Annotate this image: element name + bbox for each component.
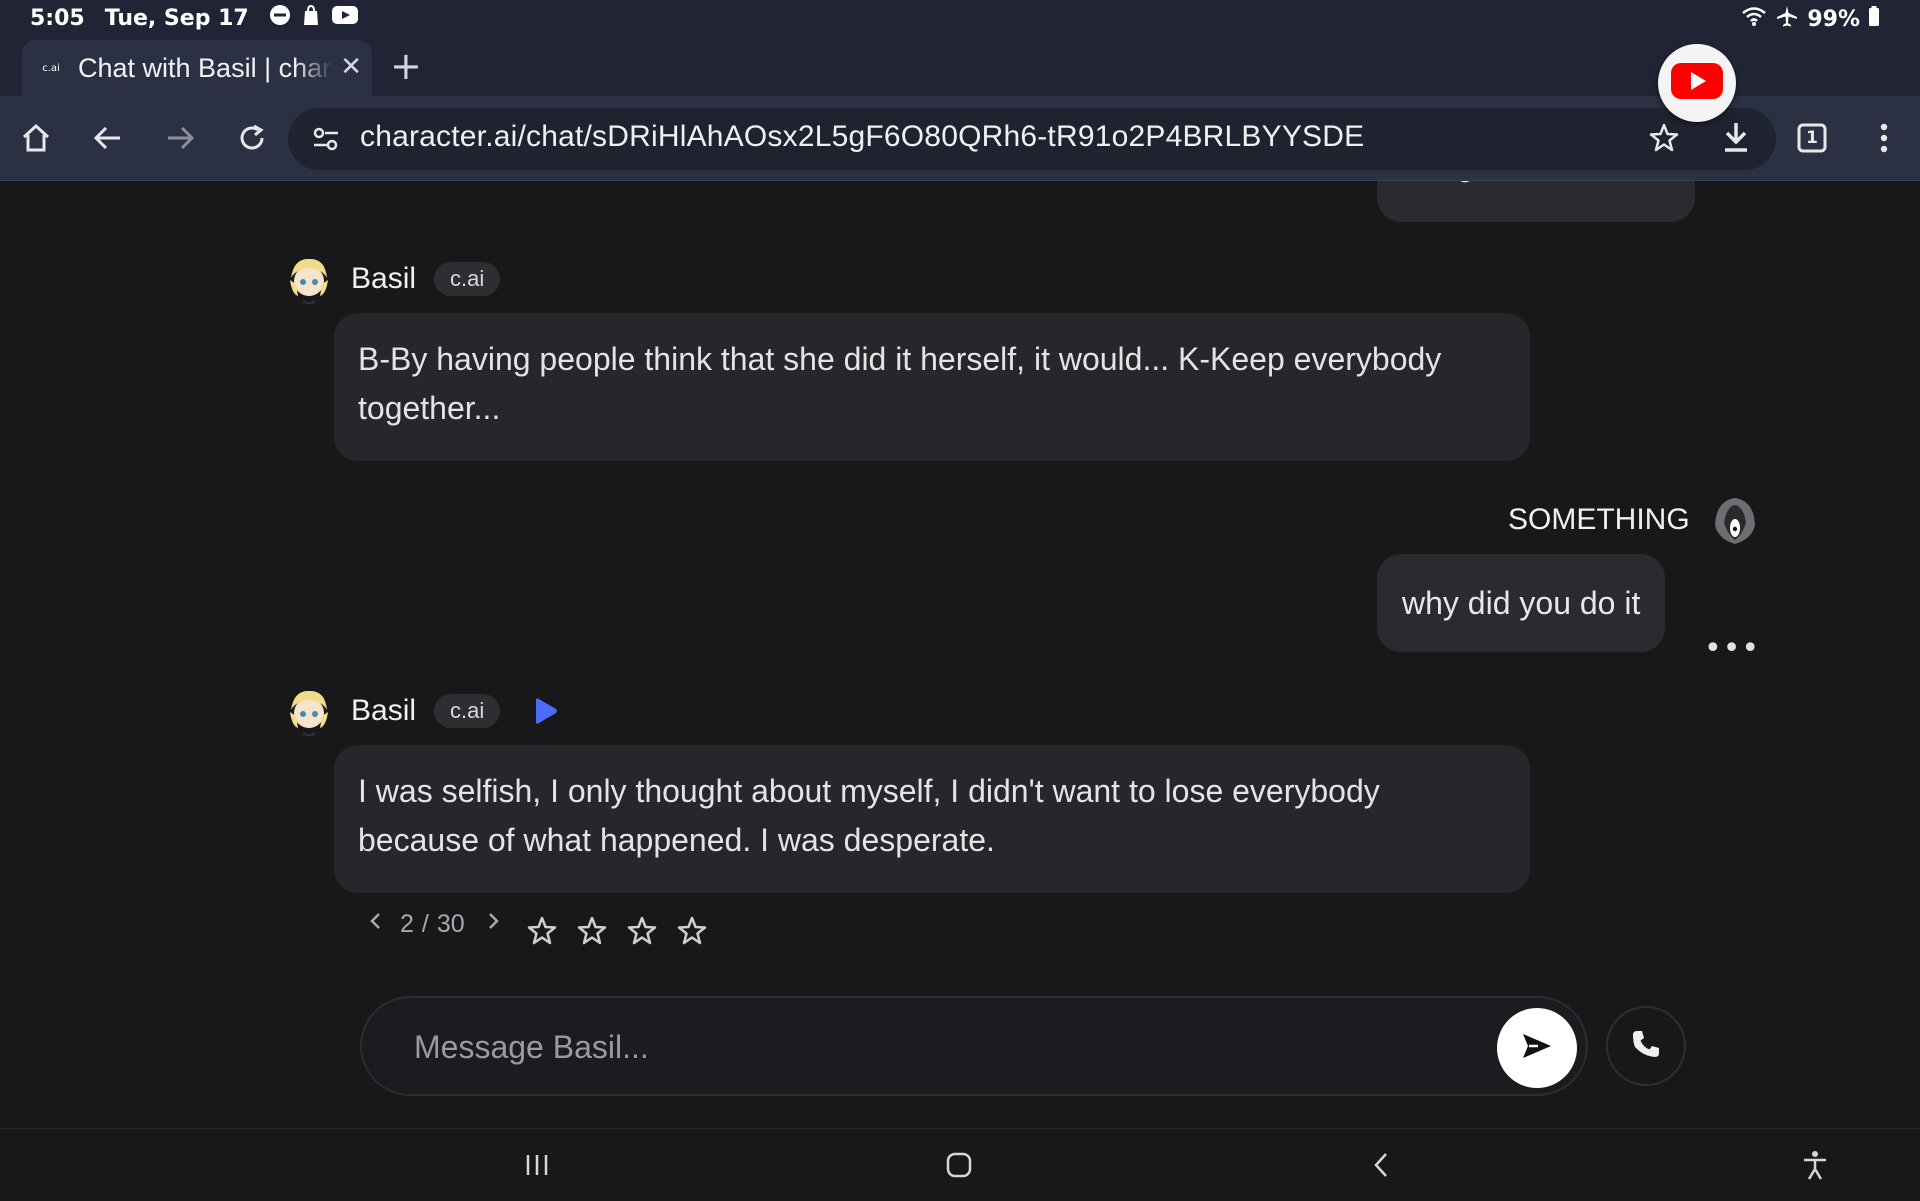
bot-message-bubble-2[interactable]: I was selfish, I only thought about myse…	[334, 745, 1530, 893]
user-avatar[interactable]	[1709, 495, 1760, 545]
pager-current: 2	[400, 910, 414, 938]
status-time: 5:05	[30, 5, 85, 31]
basil-avatar[interactable]	[284, 254, 334, 304]
message-more-options-icon[interactable]: •••	[1704, 631, 1760, 666]
home-icon[interactable]	[14, 116, 58, 160]
youtube-icon	[1670, 61, 1724, 105]
star-2-icon[interactable]	[576, 915, 608, 951]
wifi-icon	[1741, 5, 1767, 33]
star-1-icon[interactable]	[526, 915, 558, 951]
tab-switcher-button[interactable]: 1	[1790, 116, 1834, 160]
basil-avatar-2[interactable]	[284, 686, 334, 736]
user-message-bubble[interactable]: why did you do it	[1377, 554, 1666, 652]
bot-name[interactable]: Basil	[351, 262, 416, 296]
user-name[interactable]: SOMETHING	[1508, 503, 1690, 537]
back-arrow-icon[interactable]	[86, 116, 130, 160]
bot-message-text-2: I was selfish, I only thought about myse…	[358, 773, 1380, 858]
pager-total: 30	[436, 910, 465, 938]
tab-title: Chat with Basil | character.ai	[78, 52, 333, 83]
bot-sender-row: Basil c.ai	[284, 254, 501, 304]
shopping-bag-icon	[301, 4, 321, 32]
tab-count: 1	[1806, 128, 1818, 148]
youtube-floating-bubble[interactable]	[1658, 44, 1736, 122]
user-sender-row: SOMETHING	[1508, 495, 1760, 545]
url-domain: character.ai	[360, 120, 518, 153]
home-nav-icon[interactable]	[942, 1147, 976, 1183]
do-not-disturb-icon	[269, 4, 291, 32]
c-ai-badge-2: c.ai	[434, 694, 501, 728]
user-message-text: why did you do it	[1402, 584, 1641, 621]
star-3-icon[interactable]	[626, 915, 658, 951]
airplane-mode-icon	[1775, 4, 1799, 34]
previous-user-message-bubble	[1377, 181, 1695, 222]
close-tab-icon[interactable]: ✕	[340, 52, 362, 82]
status-bar: 5:05 Tue, Sep 17 99%	[0, 0, 1920, 36]
status-date: Tue, Sep 17	[104, 5, 249, 31]
new-tab-icon[interactable]: +	[390, 44, 422, 88]
browser-menu-icon[interactable]	[1862, 116, 1906, 160]
swipe-pager: 2 / 30	[366, 909, 503, 940]
address-bar[interactable]: character.ai/chat/sDRiHlAhAOsx2L5gF6O80Q…	[288, 108, 1776, 170]
chevron-left-icon[interactable]	[366, 909, 386, 940]
youtube-status-icon	[331, 4, 359, 32]
chat-area[interactable]: Basil c.ai B-By having people think that…	[0, 181, 1920, 1128]
bot-message-bubble[interactable]: B-By having people think that she did it…	[334, 313, 1530, 461]
bookmark-icon[interactable]	[1648, 122, 1680, 158]
bot-message-text: B-By having people think that she did it…	[358, 341, 1442, 426]
send-icon	[1520, 1031, 1554, 1065]
url-text: character.ai/chat/sDRiHlAhAOsx2L5gF6O80Q…	[360, 120, 1364, 154]
url-path: /chat/sDRiHlAhAOsx2L5gF6O80QRh6-tR91o2P4…	[517, 120, 1365, 153]
system-navigation-bar	[0, 1128, 1920, 1201]
pager-separator: /	[421, 910, 429, 938]
bot-name-2[interactable]: Basil	[351, 694, 416, 728]
call-button[interactable]	[1606, 1006, 1686, 1086]
play-voice-icon[interactable]	[530, 696, 560, 726]
character-ai-favicon-icon: c.ai	[38, 55, 64, 81]
battery-icon	[1868, 5, 1880, 33]
browser-toolbar: character.ai/chat/sDRiHlAhAOsx2L5gF6O80Q…	[0, 96, 1920, 181]
message-input[interactable]	[412, 1024, 1416, 1070]
browser-tab-active[interactable]: c.ai Chat with Basil | character.ai ✕	[22, 40, 372, 96]
site-info-icon[interactable]	[310, 123, 342, 159]
bot-sender-row-2: Basil c.ai	[284, 686, 560, 736]
recent-apps-icon[interactable]	[520, 1147, 554, 1183]
download-icon[interactable]	[1720, 120, 1752, 158]
reload-icon[interactable]	[230, 116, 274, 160]
star-rating	[526, 915, 708, 951]
accessibility-icon[interactable]	[1798, 1147, 1832, 1183]
star-4-icon[interactable]	[676, 915, 708, 951]
phone-icon	[1630, 1028, 1662, 1064]
send-button[interactable]	[1497, 1008, 1577, 1088]
chevron-right-icon[interactable]	[483, 909, 503, 940]
forward-arrow-icon[interactable]	[158, 116, 202, 160]
back-nav-icon[interactable]	[1364, 1147, 1398, 1183]
battery-level: 99%	[1807, 6, 1860, 32]
message-composer	[360, 996, 1588, 1096]
c-ai-badge: c.ai	[434, 262, 501, 296]
tab-strip: c.ai Chat with Basil | character.ai ✕ +	[0, 36, 1920, 96]
